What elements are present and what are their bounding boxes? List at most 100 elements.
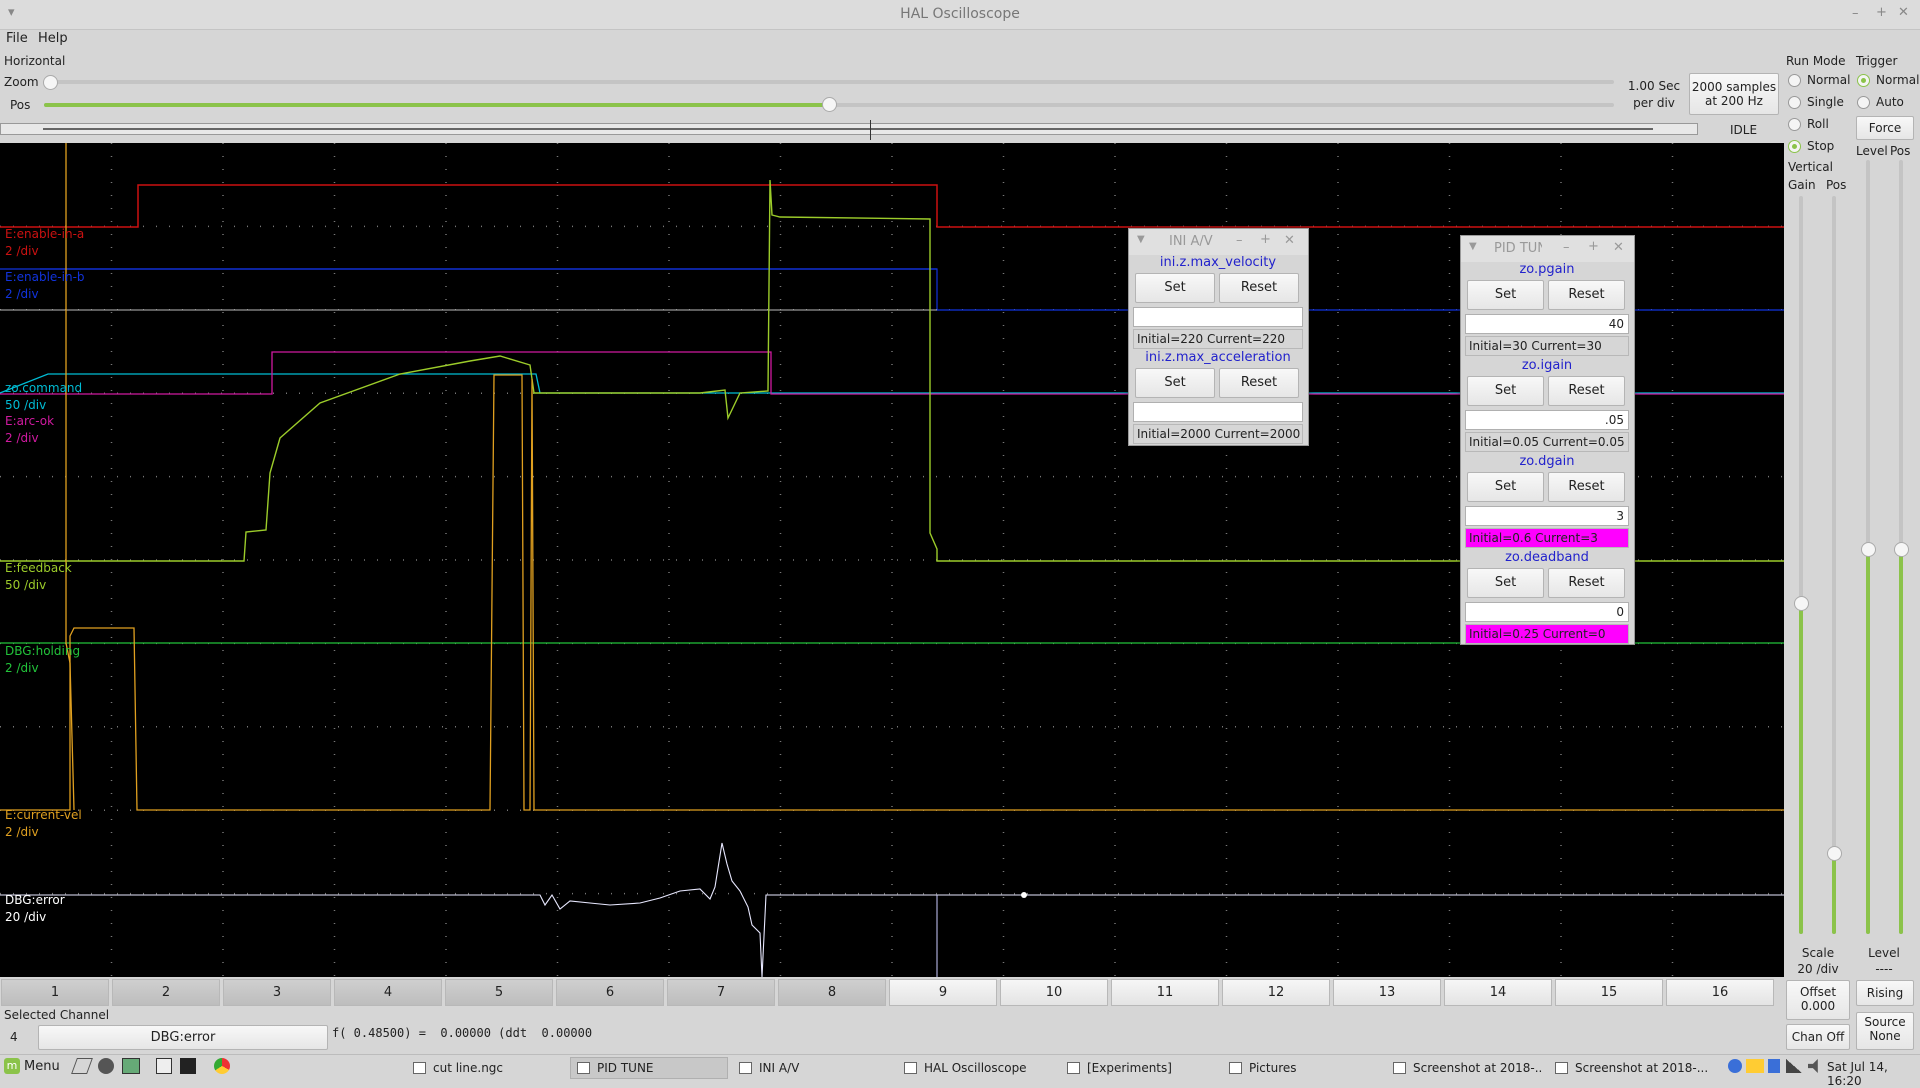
pid-set-button[interactable]: Set [1467, 568, 1544, 598]
taskbar-task[interactable]: HAL Oscilloscope [897, 1057, 1057, 1079]
ini-reset-button[interactable]: Reset [1219, 273, 1299, 303]
source-button[interactable]: Source None [1856, 1012, 1914, 1050]
taskbar-task[interactable]: Screenshot at 2018-... [1386, 1057, 1544, 1079]
trace-scale-label: 2 /div [5, 431, 39, 445]
zoom-slider-handle[interactable] [43, 75, 58, 90]
chrome-launcher-icon[interactable] [214, 1058, 230, 1074]
ini-set-button[interactable]: Set [1135, 368, 1215, 398]
channel-12-button[interactable]: 12 [1222, 979, 1330, 1006]
trace-label-e-feedback: E:feedback [5, 561, 72, 575]
maximize-icon[interactable]: + [1876, 5, 1887, 20]
close-icon[interactable]: ✕ [1898, 5, 1909, 20]
mint-menu-icon[interactable]: m [4, 1058, 20, 1074]
run-mode-normal-radio[interactable] [1788, 74, 1801, 87]
selected-channel-button[interactable]: DBG:error [38, 1025, 328, 1050]
channel-16-button[interactable]: 16 [1666, 979, 1774, 1006]
ini-minimize-icon[interactable]: – [1236, 233, 1243, 248]
gain-slider-handle[interactable] [1794, 596, 1809, 611]
minimize-icon[interactable]: – [1852, 6, 1859, 21]
trigger-pos-label: Pos [1890, 144, 1911, 158]
bottom-level-value: ---- [1875, 962, 1893, 976]
offset-button[interactable]: Offset 0.000 [1786, 980, 1850, 1020]
channel-13-button[interactable]: 13 [1333, 979, 1441, 1006]
ini-maximize-icon[interactable]: + [1260, 232, 1271, 247]
pid-minimize-icon[interactable]: – [1563, 240, 1570, 255]
shield-tray-icon[interactable] [1768, 1059, 1780, 1073]
trigger-normal-radio[interactable] [1857, 74, 1870, 87]
run-mode-stop-radio[interactable] [1788, 140, 1801, 153]
rising-button[interactable]: Rising [1856, 980, 1914, 1006]
trigger-pos-slider-handle[interactable] [1894, 542, 1909, 557]
run-mode-single-radio[interactable] [1788, 96, 1801, 109]
pos-label: Pos [10, 98, 31, 112]
channel-4-button[interactable]: 4 [334, 979, 442, 1006]
pos-slider-handle[interactable] [822, 97, 837, 112]
pid-status: Initial=0.05 Current=0.05 [1465, 432, 1629, 452]
vertical-pos-slider-handle[interactable] [1827, 846, 1842, 861]
pid-tune-titlebar: ▼ PID TUNE – + ✕ [1461, 236, 1634, 262]
taskbar-task[interactable]: INI A/V [732, 1057, 892, 1079]
ini-reset-button[interactable]: Reset [1219, 368, 1299, 398]
ini-menu-icon[interactable]: ▼ [1137, 234, 1145, 245]
run-mode-roll-radio[interactable] [1788, 118, 1801, 131]
taskbar-task[interactable]: PID TUNE [570, 1057, 728, 1079]
pid-close-icon[interactable]: ✕ [1613, 240, 1624, 255]
menu-help[interactable]: Help [38, 31, 68, 46]
app-launcher-icon[interactable] [98, 1058, 114, 1074]
samples-line1: 2000 samples [1691, 80, 1777, 94]
trigger-auto-radio[interactable] [1857, 96, 1870, 109]
update-tray-icon[interactable] [1728, 1059, 1742, 1073]
ini-value-input[interactable] [1133, 307, 1303, 327]
channel-6-button[interactable]: 6 [556, 979, 664, 1006]
window-menu-icon[interactable]: ▾ [8, 5, 15, 20]
pid-menu-icon[interactable]: ▼ [1469, 241, 1477, 252]
channel-1-button[interactable]: 1 [1, 979, 109, 1006]
pid-set-button[interactable]: Set [1467, 472, 1544, 502]
files-launcher-icon[interactable] [122, 1058, 140, 1074]
channel-5-button[interactable]: 5 [445, 979, 553, 1006]
channel-9-button[interactable]: 9 [889, 979, 997, 1006]
chan-off-button[interactable]: Chan Off [1786, 1024, 1850, 1050]
vertical-pos-slider[interactable] [1832, 196, 1836, 934]
channel-10-button[interactable]: 10 [1000, 979, 1108, 1006]
pid-reset-button[interactable]: Reset [1548, 376, 1625, 406]
ini-set-button[interactable]: Set [1135, 273, 1215, 303]
channel-15-button[interactable]: 15 [1555, 979, 1663, 1006]
pid-value-input[interactable]: 0 [1465, 602, 1629, 622]
samples-button[interactable]: 2000 samples at 200 Hz [1689, 73, 1779, 115]
pid-reset-button[interactable]: Reset [1548, 568, 1625, 598]
force-button[interactable]: Force [1856, 116, 1914, 140]
pid-set-button[interactable]: Set [1467, 280, 1544, 310]
channel-2-button[interactable]: 2 [112, 979, 220, 1006]
zoom-slider[interactable] [50, 80, 1614, 84]
taskbar-task[interactable]: [Experiments] [1060, 1057, 1218, 1079]
channel-8-button[interactable]: 8 [778, 979, 886, 1006]
pid-value-input[interactable]: .05 [1465, 410, 1629, 430]
channel-14-button[interactable]: 14 [1444, 979, 1552, 1006]
run-mode-single-label: Single [1807, 95, 1844, 109]
record-position-bar[interactable] [0, 120, 1698, 140]
pid-value-input[interactable]: 3 [1465, 506, 1629, 526]
pid-reset-button[interactable]: Reset [1548, 280, 1625, 310]
taskbar-task[interactable]: Screenshot at 2018-... [1548, 1057, 1708, 1079]
trace-label-e-current-vel: E:current-vel [5, 808, 82, 822]
channel-11-button[interactable]: 11 [1111, 979, 1219, 1006]
notification-tray-icon[interactable] [1746, 1059, 1764, 1073]
pid-set-button[interactable]: Set [1467, 376, 1544, 406]
menu-file[interactable]: File [6, 31, 28, 46]
show-desktop-icon[interactable] [156, 1058, 172, 1074]
taskbar-task[interactable]: cut line.ngc [406, 1057, 564, 1079]
channel-3-button[interactable]: 3 [223, 979, 331, 1006]
taskbar-task[interactable]: Pictures [1222, 1057, 1382, 1079]
ini-value-input[interactable] [1133, 402, 1303, 422]
trigger-level-label: Level [1856, 144, 1888, 158]
pid-value-input[interactable]: 40 [1465, 314, 1629, 334]
pid-reset-button[interactable]: Reset [1548, 472, 1625, 502]
taskbar-menu[interactable]: Menu [24, 1059, 60, 1074]
channel-7-button[interactable]: 7 [667, 979, 775, 1006]
network-tray-icon[interactable] [1786, 1059, 1802, 1073]
ini-close-icon[interactable]: ✕ [1284, 233, 1295, 248]
console-launcher-icon[interactable] [180, 1058, 196, 1074]
pid-maximize-icon[interactable]: + [1588, 239, 1599, 254]
trigger-level-slider-handle[interactable] [1861, 542, 1876, 557]
